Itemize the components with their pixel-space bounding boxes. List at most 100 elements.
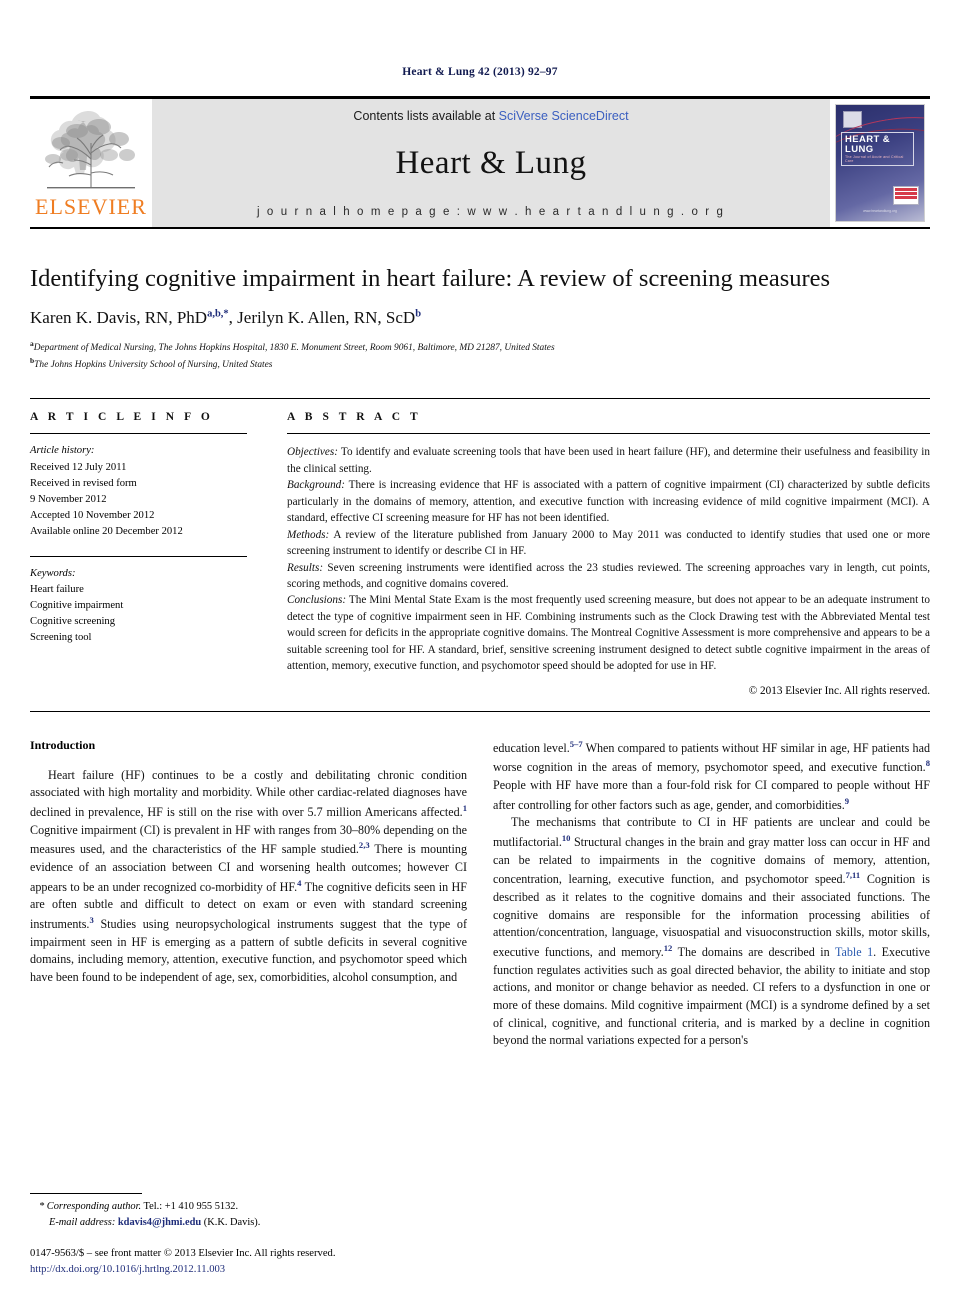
masthead-center: Contents lists available at SciVerse Sci… [152,99,830,227]
corresponding-author-label: * Corresponding author. [39,1201,142,1213]
keyword-item: Screening tool [30,632,92,644]
cover-corner-flag-icon [893,186,919,205]
history-item: 9 November 2012 [30,493,107,505]
journal-title: Heart & Lung [395,145,587,181]
citation-ref[interactable]: 1 [463,803,467,813]
corresponding-author-note: * Corresponding author. Tel.: +1 410 955… [30,1199,462,1230]
body-columns: Introduction Heart failure (HF) continue… [30,738,930,1050]
sciencedirect-link[interactable]: SciVerse ScienceDirect [499,109,629,123]
email-link[interactable]: kdavis4@jhmi.edu [118,1217,201,1228]
cover-title-band: HEART & LUNG The Journal of Acute and Cr… [841,132,914,166]
right-text-3: People with HF have more than a four-fol… [493,778,930,812]
body-column-left: Introduction Heart failure (HF) continue… [30,738,467,1050]
article-page: Heart & Lung 42 (2013) 92–97 ELSEVIER Co… [0,0,960,1305]
masthead-bottom-rule [30,227,930,229]
history-item: Received in revised form [30,477,137,489]
author-separator: , Jerilyn K. Allen, RN, ScD [228,307,416,327]
cover-art: HEART & LUNG The Journal of Acute and Cr… [835,104,925,222]
contents-prefix: Contents lists available at [353,109,499,123]
author-list: Karen K. Davis, RN, PhDa,b,*, Jerilyn K.… [30,308,930,328]
keywords-rule [30,555,247,557]
abstract-text-methods: A review of the literature published fro… [287,528,930,558]
abstract-label-methods: Methods: [287,528,330,541]
affiliation-b-text: The Johns Hopkins University School of N… [34,359,273,370]
affiliations: aDepartment of Medical Nursing, The John… [30,339,930,373]
right-text-8: . Executive function regulates activitie… [493,945,931,1048]
citation-ref[interactable]: 8 [926,758,930,768]
intro-paragraph-right-1: education level.5–7 When compared to pat… [493,738,930,815]
history-item: Available online 20 December 2012 [30,525,183,537]
page-title: Identifying cognitive impairment in hear… [30,265,831,292]
cover-title: HEART & LUNG [845,134,891,155]
abstract-text-results: Seven screening instruments were identif… [287,561,930,591]
body-column-right: education level.5–7 When compared to pat… [493,738,930,1050]
elsevier-logo: ELSEVIER [30,99,152,227]
abstract-section-conclusions: Conclusions: The Mini Mental State Exam … [287,592,930,674]
elsevier-tree-icon [45,111,135,189]
abstract-label-results: Results: [287,561,324,574]
corresponding-author-tel: Tel.: +1 410 955 5132. [141,1201,239,1213]
journal-masthead: ELSEVIER Contents lists available at Sci… [30,96,930,227]
title-block: Identifying cognitive impairment in hear… [30,265,930,372]
intro-paragraph-left: Heart failure (HF) continues to be a cos… [30,767,467,987]
abstract-rule [287,433,930,435]
keyword-item: Cognitive impairment [30,600,124,612]
citation-ref[interactable]: 2,3 [359,840,370,850]
abstract-section-results: Results: Seven screening instruments wer… [287,560,930,593]
article-info-rule [30,433,247,435]
abstract-label-conclusions: Conclusions: [287,594,347,607]
email-line: E-mail address: kdavis4@jhmi.edu (K.K. D… [39,1215,462,1231]
issn-copyright-block: 0147-9563/$ – see front matter © 2013 El… [30,1246,462,1277]
author-1-marks: a,b,* [207,308,229,320]
cover-subtitle: The Journal of Acute and Critical Care [845,154,904,163]
section-heading-introduction: Introduction [30,737,96,752]
article-history: Article history: Received 12 July 2011 R… [30,443,247,540]
citation-ref[interactable]: 5–7 [570,739,583,749]
abstract-heading: A B S T R A C T [287,411,422,424]
journal-homepage-line[interactable]: j o u r n a l h o m e p a g e : w w w . … [257,206,725,218]
intro-text-1: Heart failure (HF) continues to be a cos… [30,767,467,820]
abstract-text-conclusions: The Mini Mental State Exam is the most f… [287,594,930,673]
contents-available-line: Contents lists available at SciVerse Sci… [353,109,628,123]
email-suffix: (K.K. Davis). [201,1216,261,1228]
abstract-label-objectives: Objectives: [287,446,338,459]
history-item: Received 12 July 2011 [30,461,127,473]
abstract-body: Objectives: To identify and evaluate scr… [287,444,930,674]
abstract-section-background: Background: There is increasing evidence… [287,477,930,526]
keyword-item: Cognitive screening [30,616,116,628]
abstract-section-methods: Methods: A review of the literature publ… [287,527,930,560]
affiliation-b: bThe Johns Hopkins University School of … [30,356,930,373]
info-abstract-area: A R T I C L E I N F O Article history: R… [30,399,930,697]
abstract-text-objectives: To identify and evaluate screening tools… [287,446,930,475]
right-text-7: The domains are described in [672,945,835,960]
doi-link[interactable]: http://dx.doi.org/10.1016/j.hrtlng.2012.… [30,1262,462,1277]
cover-url: www.heartandlung.org [863,209,897,213]
article-history-label: Article history: [30,445,95,457]
abstract-bottom-rule [30,710,930,712]
keywords-label: Keywords: [30,567,76,579]
issn-line: 0147-9563/$ – see front matter © 2013 El… [30,1248,336,1260]
email-label: E-mail address: [49,1216,116,1228]
abstract-copyright: © 2013 Elsevier Inc. All rights reserved… [748,684,930,697]
citation-ref[interactable]: 9 [845,796,849,806]
abstract-text-background: There is increasing evidence that HF is … [287,479,930,525]
citation-ref[interactable]: 7,11 [846,870,861,880]
footnote-rule [30,1193,142,1195]
keyword-item: Heart failure [30,584,84,596]
author-1-name: Karen K. Davis, RN, PhD [30,307,208,327]
right-text-1: education level. [493,740,570,755]
author-2-marks: b [415,308,422,320]
history-item: Accepted 10 November 2012 [30,509,155,521]
keywords: Keywords: Heart failure Cognitive impair… [30,566,247,646]
running-head: Heart & Lung 42 (2013) 92–97 [402,66,558,78]
abstract-label-background: Background: [287,479,345,492]
intro-text-5: Studies using neuropsychological instrum… [30,917,467,985]
abstract-column: A B S T R A C T Objectives: To identify … [265,411,930,697]
article-info-column: A R T I C L E I N F O Article history: R… [30,411,265,696]
table-1-link[interactable]: Table 1 [835,945,873,959]
abstract-section-objectives: Objectives: To identify and evaluate scr… [287,444,930,477]
journal-cover-thumbnail: HEART & LUNG The Journal of Acute and Cr… [830,99,930,227]
footnote-area: * Corresponding author. Tel.: +1 410 955… [30,1193,462,1277]
intro-paragraph-right-2: The mechanisms that contribute to CI in … [493,814,930,1050]
corresponding-author-line: * Corresponding author. Tel.: +1 410 955… [39,1199,462,1215]
